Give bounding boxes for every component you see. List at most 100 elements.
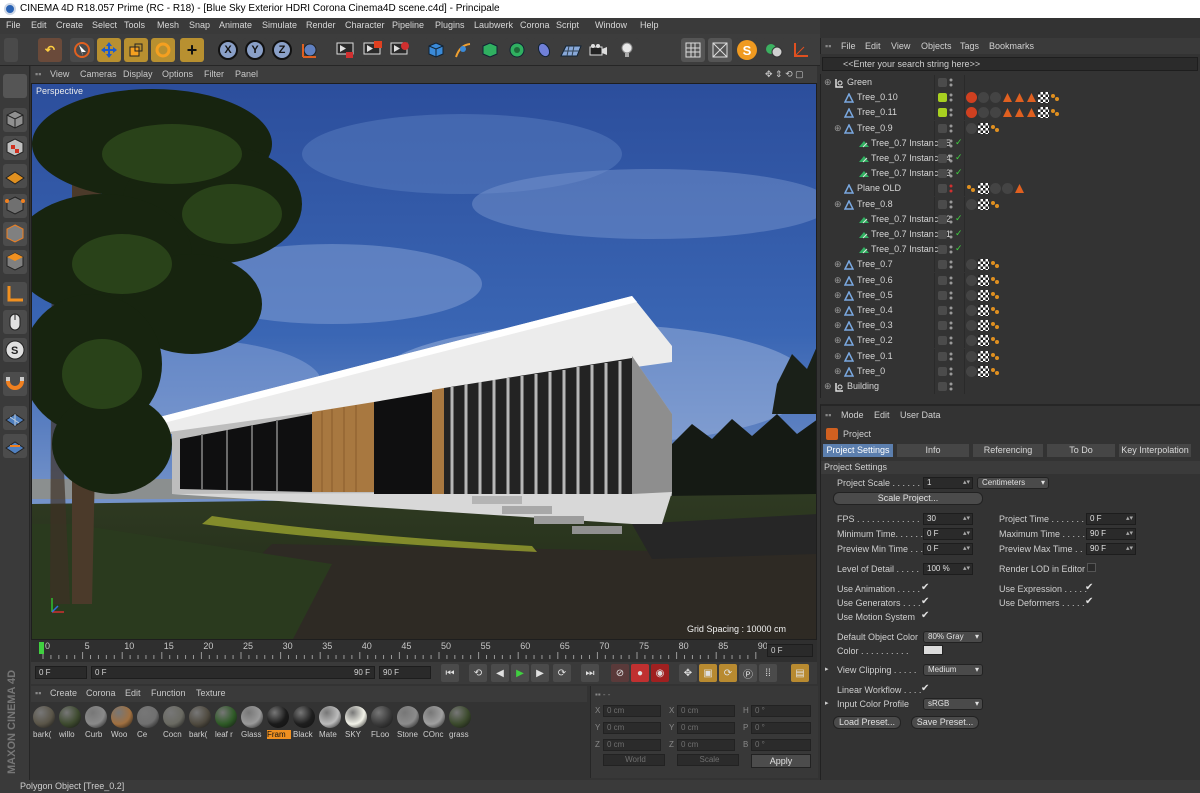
object-row[interactable]: Tree_0.10 bbox=[821, 90, 1200, 106]
object-tag-icon[interactable] bbox=[978, 350, 989, 362]
material-menu-create[interactable]: Create bbox=[50, 688, 77, 698]
material-menu-edit[interactable]: Edit bbox=[125, 688, 141, 698]
object-tag-icon[interactable] bbox=[990, 107, 1001, 119]
layer-color-chip[interactable] bbox=[938, 351, 947, 361]
object-tag-icon[interactable] bbox=[966, 92, 977, 104]
object-tag-icon[interactable] bbox=[966, 320, 977, 332]
om-menu-tags[interactable]: Tags bbox=[960, 41, 979, 51]
om-menu-file[interactable]: File bbox=[841, 41, 856, 51]
material-swatch[interactable]: Mate bbox=[319, 706, 341, 739]
layer-color-chip[interactable] bbox=[938, 93, 947, 103]
attr-menu-edit[interactable]: Edit bbox=[874, 410, 890, 420]
layer-color-chip[interactable] bbox=[938, 78, 947, 87]
object-tag-icon[interactable] bbox=[966, 289, 977, 301]
object-row[interactable]: Plane OLD bbox=[821, 181, 1200, 197]
visibility-toggle-icon[interactable] bbox=[949, 229, 953, 240]
object-tag-icon[interactable] bbox=[966, 365, 977, 377]
menu-simulate[interactable]: Simulate bbox=[262, 20, 297, 30]
visibility-toggle-icon[interactable] bbox=[949, 381, 953, 392]
tab-info[interactable]: Info bbox=[897, 444, 969, 457]
expand-toggle-icon[interactable]: ⊕ bbox=[834, 199, 842, 210]
layer-color-chip[interactable] bbox=[938, 382, 947, 391]
menu-render[interactable]: Render bbox=[306, 20, 336, 30]
tweak-mode-icon[interactable] bbox=[3, 310, 27, 334]
magnet-icon[interactable] bbox=[3, 372, 27, 396]
visibility-toggle-icon[interactable] bbox=[949, 259, 953, 270]
object-row[interactable]: ⊕ Tree_0 bbox=[821, 363, 1200, 379]
use-expression-checkbox[interactable]: ✔ bbox=[1085, 582, 1093, 593]
object-name[interactable]: Tree_0.9 bbox=[857, 123, 893, 133]
preview-max-time-field[interactable]: 90 F ▴▾ bbox=[1086, 543, 1136, 555]
object-row[interactable]: Tree_0.7 Instance.5 ✓ bbox=[821, 135, 1200, 151]
expand-toggle-icon[interactable]: ⊕ bbox=[834, 259, 842, 270]
object-tag-icon[interactable] bbox=[966, 198, 977, 210]
view-clipping-expand-icon[interactable]: ▸ bbox=[825, 665, 829, 673]
object-tag-icon[interactable] bbox=[978, 335, 989, 347]
object-tag-icon[interactable] bbox=[978, 365, 989, 377]
level-of-detail-field[interactable]: 100 % ▴▾ bbox=[923, 563, 973, 575]
scale-project-button[interactable]: Scale Project... bbox=[833, 492, 983, 505]
axis-angle-icon[interactable] bbox=[789, 38, 813, 62]
key-rotation-icon[interactable]: ⟳ bbox=[719, 664, 737, 682]
undo-icon[interactable]: ↶ bbox=[38, 38, 62, 62]
rotation-p-field[interactable]: 0 ° bbox=[751, 722, 811, 734]
object-row[interactable]: ⊕ Tree_0.5 bbox=[821, 287, 1200, 303]
last-tool-plus-icon[interactable]: + bbox=[180, 38, 204, 62]
material-swatch[interactable]: SKY bbox=[345, 706, 367, 739]
menu-window[interactable]: Window bbox=[595, 20, 627, 30]
object-name[interactable]: Tree_0.4 bbox=[857, 305, 893, 315]
material-swatch[interactable]: COnc bbox=[423, 706, 445, 739]
menu-help[interactable]: Help bbox=[640, 20, 659, 30]
next-key-icon[interactable]: ⟳ bbox=[553, 664, 571, 682]
corona-material-icon[interactable] bbox=[762, 38, 786, 62]
visibility-toggle-icon[interactable] bbox=[949, 320, 953, 331]
enabled-check-icon[interactable]: ✓ bbox=[955, 137, 963, 148]
material-swatch[interactable]: Fram bbox=[267, 706, 291, 739]
om-menu-edit[interactable]: Edit bbox=[865, 41, 881, 51]
object-row[interactable]: ⊕ Tree_0.2 bbox=[821, 333, 1200, 349]
material-swatch[interactable]: Stone bbox=[397, 706, 419, 739]
attr-menu-mode[interactable]: Mode bbox=[841, 410, 864, 420]
fps-field[interactable]: 30 ▴▾ bbox=[923, 513, 973, 525]
object-tag-icon[interactable] bbox=[966, 259, 977, 271]
object-tag-icon[interactable] bbox=[990, 305, 1001, 316]
object-tag-icon[interactable] bbox=[966, 350, 977, 362]
save-preset-button[interactable]: Save Preset... bbox=[911, 716, 979, 729]
visibility-toggle-icon[interactable] bbox=[949, 275, 953, 286]
object-tag-icon[interactable] bbox=[990, 366, 1001, 377]
layer-color-chip[interactable] bbox=[938, 275, 947, 285]
menu-edit[interactable]: Edit bbox=[31, 20, 47, 30]
object-tag-icon[interactable] bbox=[978, 259, 989, 271]
viewport-navigation-icons[interactable]: ✥ ⇕ ⟲ ▢ bbox=[765, 69, 804, 80]
viewport-menu-view[interactable]: View bbox=[50, 69, 69, 79]
tab-referencing[interactable]: Referencing bbox=[973, 444, 1043, 457]
object-row[interactable]: ⊕ Tree_0.9 bbox=[821, 120, 1200, 136]
layer-color-chip[interactable] bbox=[938, 169, 947, 179]
menu-pipeline[interactable]: Pipeline bbox=[392, 20, 424, 30]
material-swatch[interactable]: bark( bbox=[189, 706, 211, 739]
object-tag-icon[interactable] bbox=[978, 107, 989, 119]
layer-color-chip[interactable] bbox=[938, 138, 947, 148]
current-frame-field[interactable]: 0 F bbox=[767, 644, 813, 657]
object-tag-icon[interactable] bbox=[1038, 107, 1049, 119]
visibility-toggle-icon[interactable] bbox=[949, 92, 953, 103]
rotate-tool-icon[interactable] bbox=[151, 38, 175, 62]
visibility-toggle-icon[interactable] bbox=[949, 123, 953, 134]
enabled-check-icon[interactable]: ✓ bbox=[955, 213, 963, 224]
use-deformers-checkbox[interactable]: ✔ bbox=[1085, 596, 1093, 607]
menu-snap[interactable]: Snap bbox=[189, 20, 210, 30]
object-tag-icon[interactable] bbox=[978, 122, 989, 134]
object-row[interactable]: Tree_0.7 Instance.3 ✓ bbox=[821, 166, 1200, 182]
object-tag-icon[interactable] bbox=[990, 123, 1001, 134]
key-parameter-icon[interactable]: Ⓟ bbox=[739, 664, 757, 682]
menu-tools[interactable]: Tools bbox=[124, 20, 145, 30]
object-search-input[interactable]: <<Enter your search string here>> bbox=[822, 57, 1198, 71]
object-tag-icon[interactable] bbox=[1026, 92, 1037, 103]
object-row[interactable]: ⊕ Tree_0.4 bbox=[821, 303, 1200, 318]
preview-range-slider[interactable]: 0 F 90 F bbox=[91, 666, 375, 679]
start-frame-field[interactable]: 0 F bbox=[35, 666, 87, 679]
coordinate-mode-dropdown[interactable]: World bbox=[603, 754, 665, 766]
cloner-icon[interactable] bbox=[505, 38, 529, 62]
project-time-field[interactable]: 0 F ▴▾ bbox=[1086, 513, 1136, 525]
visibility-toggle-icon[interactable] bbox=[949, 290, 953, 301]
